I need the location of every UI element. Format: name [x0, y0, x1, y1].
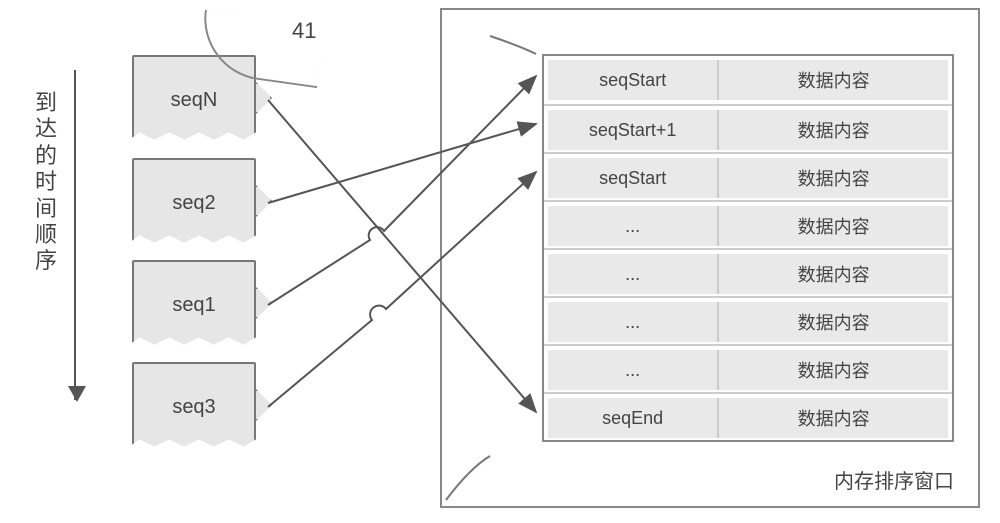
row-value: 数据内容 [719, 398, 948, 438]
doc-label: seqN [171, 89, 218, 112]
table-row: ...数据内容 [544, 344, 952, 392]
doc-label: seq1 [172, 294, 215, 317]
callout-41: 41 [292, 18, 316, 44]
row-value: 数据内容 [719, 206, 948, 246]
axis-label-arrival-time: 到达的时间顺序 [32, 90, 60, 350]
table-row: ...数据内容 [544, 296, 952, 344]
doc-seq3: seq3 [132, 362, 256, 452]
row-key: seqStart [548, 60, 719, 100]
doc-label: seq3 [172, 396, 215, 419]
row-value: 数据内容 [719, 158, 948, 198]
table-row: seqStart数据内容 [544, 56, 952, 104]
table-row: seqStart数据内容 [544, 152, 952, 200]
row-value: 数据内容 [719, 302, 948, 342]
row-value: 数据内容 [719, 350, 948, 390]
row-key: seqStart [548, 158, 719, 198]
memory-sort-window-panel: seqStart数据内容seqStart+1数据内容seqStart数据内容..… [440, 8, 980, 508]
table-row: seqEnd数据内容 [544, 392, 952, 440]
memory-sort-table: seqStart数据内容seqStart+1数据内容seqStart数据内容..… [542, 54, 954, 442]
axis-arrow-down [74, 70, 76, 400]
panel-caption: 内存排序窗口 [834, 465, 954, 494]
doc-label: seq2 [172, 192, 215, 215]
table-row: seqStart+1数据内容 [544, 104, 952, 152]
table-row: ...数据内容 [544, 248, 952, 296]
diagram-canvas: 到达的时间顺序 seqN seq2 seq1 seq3 41 42 4 seqS… [0, 0, 1000, 523]
row-key: ... [548, 350, 719, 390]
row-key: ... [548, 254, 719, 294]
row-key: seqStart+1 [548, 110, 719, 150]
row-value: 数据内容 [719, 60, 948, 100]
row-value: 数据内容 [719, 254, 948, 294]
row-key: seqEnd [548, 398, 719, 438]
row-value: 数据内容 [719, 110, 948, 150]
row-key: ... [548, 206, 719, 246]
doc-seq1: seq1 [132, 260, 256, 350]
table-row: ...数据内容 [544, 200, 952, 248]
row-key: ... [548, 302, 719, 342]
doc-seq2: seq2 [132, 158, 256, 248]
doc-seqN: seqN [132, 55, 256, 145]
